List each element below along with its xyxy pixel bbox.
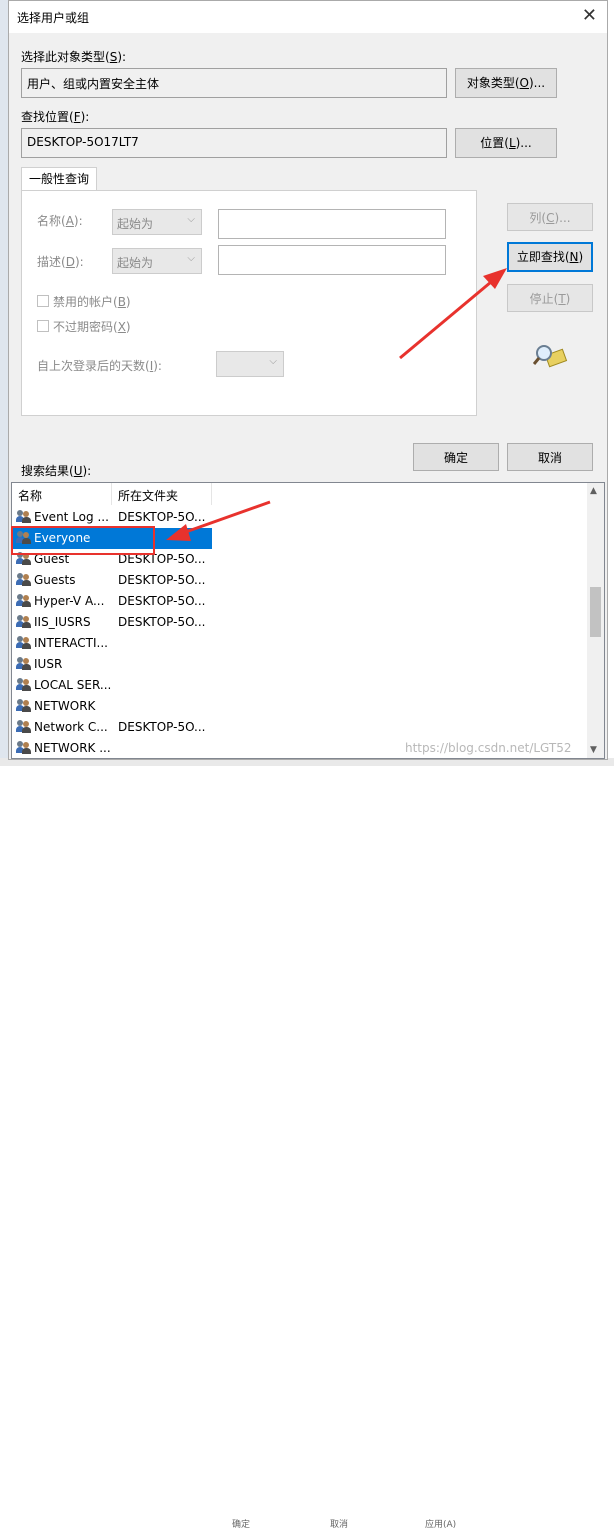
description-mode-select[interactable]: 起始为 ⌵	[112, 248, 202, 274]
user-group-icon	[16, 678, 32, 691]
table-row[interactable]: IUSR	[12, 654, 212, 675]
search-results-list[interactable]: 名称 所在文件夹 Event Log ... DESKTOP-5O... Every…	[11, 482, 605, 759]
days-since-logon-label: 自上次登录后的天数(I):	[37, 359, 162, 373]
row-name: Guest	[16, 552, 114, 566]
object-types-button[interactable]: 对象类型(O)...	[455, 68, 557, 98]
bg-apply-label: 应用(A)	[425, 1520, 457, 1530]
search-animation-icon	[533, 345, 568, 368]
row-name: NETWORK ...	[16, 741, 114, 755]
scrollbar-thumb[interactable]	[590, 587, 601, 637]
table-row[interactable]: LOCAL SER...	[12, 675, 212, 696]
stop-button[interactable]: 停止(T)	[507, 284, 593, 312]
user-group-icon	[16, 741, 32, 754]
cancel-button[interactable]: 取消	[507, 443, 593, 471]
scroll-down-icon[interactable]: ▼	[590, 745, 597, 755]
title-bar: 选择用户或组 ✕	[9, 1, 607, 33]
row-name: IUSR	[16, 657, 114, 671]
user-group-icon	[16, 552, 32, 565]
user-group-icon	[16, 636, 32, 649]
row-folder: DESKTOP-5O...	[118, 615, 206, 629]
name-label: 名称(A):	[37, 214, 83, 228]
table-row[interactable]: IIS_IUSRS DESKTOP-5O...	[12, 612, 212, 633]
description-label: 描述(D):	[37, 255, 84, 269]
location-label: 查找位置(F):	[21, 110, 90, 124]
disabled-accounts-checkbox[interactable]	[37, 295, 49, 307]
location-field: DESKTOP-5O17LT7	[21, 128, 447, 158]
scroll-up-icon[interactable]: ▲	[590, 486, 597, 496]
user-group-icon	[16, 699, 32, 712]
column-header-folder[interactable]: 所在文件夹	[112, 483, 212, 505]
row-name-text: Network C...	[34, 720, 108, 734]
row-name-text: NETWORK ...	[34, 741, 111, 755]
row-folder: DESKTOP-5O...	[118, 573, 206, 587]
name-mode-select[interactable]: 起始为 ⌵	[112, 209, 202, 235]
row-name: INTERACTI...	[16, 636, 114, 650]
table-row[interactable]: Everyone	[12, 528, 212, 549]
disabled-accounts-label: 禁用的帐户(B)	[53, 295, 131, 309]
row-name: Hyper-V A...	[16, 594, 114, 608]
locations-button[interactable]: 位置(L)...	[455, 128, 557, 158]
select-users-dialog: 选择用户或组 ✕ 选择此对象类型(S): 用户、组或内置安全主体 对象类型(O)…	[8, 0, 608, 760]
object-type-field: 用户、组或内置安全主体	[21, 68, 447, 98]
table-row[interactable]: Hyper-V A... DESKTOP-5O...	[12, 591, 212, 612]
ok-button[interactable]: 确定	[413, 443, 499, 471]
row-name: Guests	[16, 573, 114, 587]
table-row[interactable]: Guest DESKTOP-5O...	[12, 549, 212, 570]
days-since-logon-select[interactable]: ⌵	[216, 351, 284, 377]
row-name-text: LOCAL SER...	[34, 678, 112, 692]
results-scrollbar[interactable]: ▲ ▼	[587, 483, 604, 758]
row-folder: DESKTOP-5O...	[118, 720, 206, 734]
table-row[interactable]: NETWORK ...	[12, 738, 212, 758]
table-row[interactable]: NETWORK	[12, 696, 212, 717]
object-type-label: 选择此对象类型(S):	[21, 50, 127, 64]
search-results-label: 搜索结果(U):	[21, 464, 92, 478]
name-input[interactable]	[218, 209, 446, 239]
bg-ok-label: 确定	[232, 1520, 251, 1530]
user-group-icon	[16, 573, 32, 586]
table-row[interactable]: INTERACTI...	[12, 633, 212, 654]
table-row[interactable]: Network C... DESKTOP-5O...	[12, 717, 212, 738]
row-name-text: NETWORK	[34, 699, 96, 713]
user-group-icon	[16, 531, 32, 544]
non-expiring-password-checkbox[interactable]	[37, 320, 49, 332]
row-name: NETWORK	[16, 699, 114, 713]
chevron-down-icon: ⌵	[269, 356, 277, 367]
row-name-text: Everyone	[34, 531, 91, 545]
row-name-text: INTERACTI...	[34, 636, 108, 650]
row-name-text: Guest	[34, 552, 70, 566]
row-folder: DESKTOP-5O...	[118, 552, 206, 566]
row-name-text: Guests	[34, 573, 76, 587]
user-group-icon	[16, 657, 32, 670]
user-group-icon	[16, 510, 32, 523]
columns-button[interactable]: 列(C)...	[507, 203, 593, 231]
table-row[interactable]: Event Log ... DESKTOP-5O...	[12, 507, 212, 528]
row-name-text: Event Log ...	[34, 510, 109, 524]
watermark: https://blog.csdn.net/LGT52	[405, 741, 572, 755]
row-name: Everyone	[16, 531, 114, 545]
column-header-name[interactable]: 名称	[12, 483, 112, 505]
row-name: Network C...	[16, 720, 114, 734]
user-group-icon	[16, 720, 32, 733]
non-expiring-password-label: 不过期密码(X)	[53, 320, 131, 334]
description-input[interactable]	[218, 245, 446, 275]
chevron-down-icon: ⌵	[187, 214, 195, 225]
table-row[interactable]: Guests DESKTOP-5O...	[12, 570, 212, 591]
dialog-title: 选择用户或组	[17, 11, 90, 25]
general-query-panel: 名称(A): 起始为 ⌵ 描述(D): 起始为 ⌵ 禁用的帐户(B) 不过期密码(X…	[21, 190, 477, 416]
tab-general-query[interactable]: 一般性查询	[21, 167, 97, 191]
chevron-down-icon: ⌵	[187, 253, 195, 264]
bg-cancel-label: 取消	[330, 1520, 349, 1530]
row-name: Event Log ...	[16, 510, 114, 524]
row-name-text: IIS_IUSRS	[34, 615, 91, 629]
row-folder: DESKTOP-5O...	[118, 510, 206, 524]
row-name: IIS_IUSRS	[16, 615, 114, 629]
close-icon[interactable]: ✕	[582, 5, 597, 26]
row-folder: DESKTOP-5O...	[118, 594, 206, 608]
row-name: LOCAL SER...	[16, 678, 114, 692]
user-group-icon	[16, 594, 32, 607]
row-name-text: IUSR	[34, 657, 63, 671]
user-group-icon	[16, 615, 32, 628]
row-name-text: Hyper-V A...	[34, 594, 105, 608]
find-now-button[interactable]: 立即查找(N)	[507, 242, 593, 272]
